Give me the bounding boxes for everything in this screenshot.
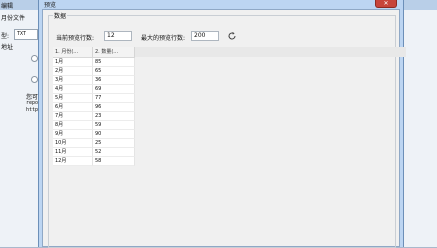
data-group: 数据 当前预览行数: 12 最大的预览行数: 200 1. 月份(... 2. … [48, 11, 406, 248]
quantity-cell: 25 [93, 139, 135, 148]
type-field[interactable]: TXT [14, 29, 38, 40]
table-body: 1月 85 2月 65 3月 36 4月 69 5月 77 6月 96 7月 23 8月 59 9月 90 10月 2… [53, 58, 135, 166]
close-icon: ✕ [383, 0, 389, 7]
column-header-quantity[interactable]: 2. 数量(... [93, 47, 135, 57]
month-cell: 12月 [53, 157, 93, 166]
quantity-cell: 23 [93, 112, 135, 121]
radio-option-1[interactable] [31, 55, 38, 62]
month-cell: 9月 [53, 130, 93, 139]
max-rows-label: 最大的预览行数: [141, 35, 186, 42]
quantity-cell: 96 [93, 103, 135, 112]
quantity-cell: 90 [93, 130, 135, 139]
background-title: 编辑 [1, 3, 14, 10]
preview-table: 1. 月份(... 2. 数量(... 1月 85 2月 65 3月 36 4月 69 5月 77… [53, 47, 135, 166]
month-cell: 4月 [53, 85, 93, 94]
file-label: 月份文件 [1, 15, 26, 22]
table-row[interactable]: 3月 36 [53, 76, 135, 85]
quantity-cell: 77 [93, 94, 135, 103]
month-cell: 10月 [53, 139, 93, 148]
refresh-icon[interactable] [227, 31, 237, 41]
table-row[interactable]: 6月 96 [53, 103, 135, 112]
month-cell: 11月 [53, 148, 93, 157]
table-row[interactable]: 7月 23 [53, 112, 135, 121]
type-label: 型: [1, 33, 10, 40]
current-rows-value: 12 [107, 32, 115, 39]
group-title: 数据 [53, 11, 68, 20]
hint-line-2: http [26, 107, 39, 113]
radio-option-2[interactable] [31, 76, 38, 83]
table-row[interactable]: 1月 85 [53, 58, 135, 67]
month-cell: 7月 [53, 112, 93, 121]
max-rows-value: 200 [194, 32, 206, 39]
column-header-month[interactable]: 1. 月份(... [53, 47, 93, 57]
table-row[interactable]: 11月 52 [53, 148, 135, 157]
month-cell: 2月 [53, 67, 93, 76]
table-header: 1. 月份(... 2. 数量(... [53, 47, 135, 58]
quantity-cell: 85 [93, 58, 135, 67]
type-value: TXT [17, 31, 27, 37]
quantity-cell: 52 [93, 148, 135, 157]
quantity-cell: 59 [93, 121, 135, 130]
table-row[interactable]: 8月 59 [53, 121, 135, 130]
table-row[interactable]: 4月 69 [53, 85, 135, 94]
table-row[interactable]: 9月 90 [53, 130, 135, 139]
month-cell: 8月 [53, 121, 93, 130]
table-row[interactable]: 10月 25 [53, 139, 135, 148]
quantity-cell: 36 [93, 76, 135, 85]
month-cell: 1月 [53, 58, 93, 67]
table-row[interactable]: 2月 65 [53, 67, 135, 76]
dialog-client: 数据 当前预览行数: 12 最大的预览行数: 200 1. 月份(... 2. … [42, 9, 406, 248]
hint-line-1: repo [26, 100, 39, 106]
quantity-cell: 65 [93, 67, 135, 76]
table-row[interactable]: 5月 77 [53, 94, 135, 103]
month-cell: 3月 [53, 76, 93, 85]
current-rows-field[interactable]: 12 [104, 31, 132, 41]
current-rows-label: 当前预览行数: [56, 35, 95, 42]
month-cell: 5月 [53, 94, 93, 103]
dialog-title: 预览 [44, 2, 57, 9]
table-row[interactable]: 12月 58 [53, 157, 135, 166]
month-cell: 6月 [53, 103, 93, 112]
quantity-cell: 69 [93, 85, 135, 94]
preview-dialog: 预览 ✕ 数据 当前预览行数: 12 最大的预览行数: 200 1. 月份(..… [38, 0, 406, 248]
close-button[interactable]: ✕ [375, 0, 397, 8]
address-label: 地址 [1, 44, 14, 51]
max-rows-field[interactable]: 200 [191, 31, 219, 41]
quantity-cell: 58 [93, 157, 135, 166]
